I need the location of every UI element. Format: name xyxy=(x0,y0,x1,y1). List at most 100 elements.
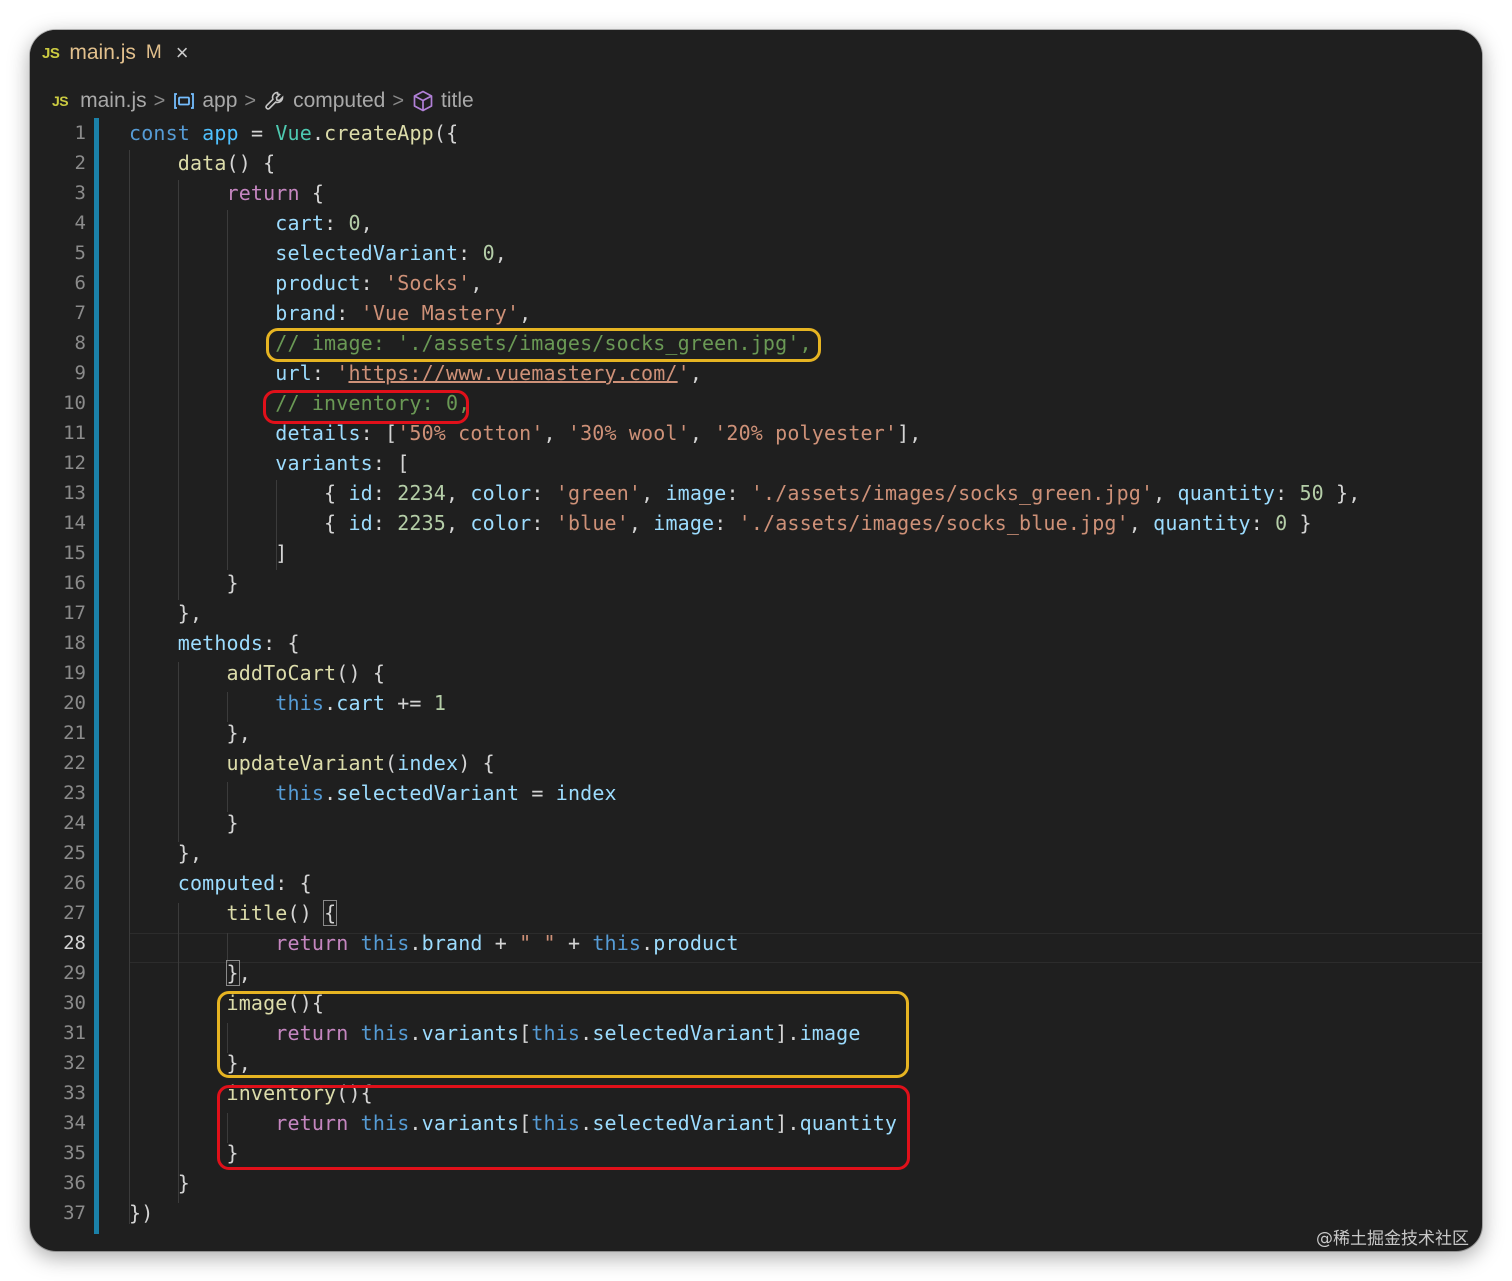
line-number: 12 xyxy=(63,452,86,474)
code-text: } xyxy=(129,811,239,835)
code-line: 18 methods: { xyxy=(30,628,1482,658)
code-line: 2 data() { xyxy=(30,148,1482,178)
code-line: 20 this.cart += 1 xyxy=(30,688,1482,718)
code-line: 17 }, xyxy=(30,598,1482,628)
line-number: 16 xyxy=(63,572,86,594)
code-line: 37 }) xyxy=(30,1198,1482,1228)
code-line: 28 return this.brand + " " + this.produc… xyxy=(30,928,1482,958)
javascript-file-icon: JS xyxy=(52,93,69,109)
code-text: details: ['50% cotton', '30% wool', '20%… xyxy=(275,421,922,445)
code-line: 36 } xyxy=(30,1168,1482,1198)
code-text: updateVariant(index) { xyxy=(226,751,495,775)
line-number: 30 xyxy=(63,992,86,1014)
javascript-file-icon: JS xyxy=(42,44,60,62)
editor-window: JS main.js M × JS main.js > app > comput… xyxy=(30,30,1482,1251)
line-number: 29 xyxy=(63,962,86,984)
wrench-icon xyxy=(265,91,284,110)
code-text: return { xyxy=(226,181,325,205)
url-link[interactable]: https://www.vuemastery.com/ xyxy=(348,361,677,385)
tab-main-js[interactable]: JS main.js M × xyxy=(30,30,218,76)
line-number: 5 xyxy=(74,242,86,264)
line-number: 37 xyxy=(63,1202,86,1224)
line-number: 35 xyxy=(63,1142,86,1164)
code-text: data() { xyxy=(177,151,276,175)
code-text: { id: 2235, color: 'blue', image: './ass… xyxy=(129,511,1312,535)
code-text: title() { xyxy=(226,900,338,926)
code-text: }, xyxy=(129,601,203,625)
highlight-box-inventory-computed xyxy=(217,1085,910,1170)
highlight-box-image-computed xyxy=(217,991,909,1078)
breadcrumb-app[interactable]: app xyxy=(202,89,237,113)
line-number: 23 xyxy=(63,782,86,804)
line-number: 3 xyxy=(74,182,86,204)
code-line: 25 }, xyxy=(30,838,1482,868)
code-line: 22 updateVariant(index) { xyxy=(30,748,1482,778)
code-text: this.cart += 1 xyxy=(275,691,447,715)
code-line: 7 brand: 'Vue Mastery', xyxy=(30,298,1482,328)
code-text: } xyxy=(129,571,239,595)
line-number: 9 xyxy=(74,362,86,384)
method-cube-icon xyxy=(413,90,433,112)
code-text: return this.brand + " " + this.product xyxy=(275,931,739,955)
line-number: 24 xyxy=(63,812,86,834)
code-line: 13 { id: 2234, color: 'green', image: '.… xyxy=(30,478,1482,508)
line-number: 17 xyxy=(63,602,86,624)
line-number: 21 xyxy=(63,722,86,744)
line-number: 10 xyxy=(63,392,86,414)
watermark: @稀土掘金技术社区 xyxy=(1316,1229,1469,1249)
line-number: 11 xyxy=(63,422,86,444)
line-number: 28 xyxy=(63,932,86,954)
breadcrumb-file[interactable]: main.js xyxy=(80,89,147,113)
code-line: 12 variants: [ xyxy=(30,448,1482,478)
close-icon[interactable]: × xyxy=(176,40,189,66)
code-text: }) xyxy=(129,1201,154,1225)
code-line: 3 return { xyxy=(30,178,1482,208)
chevron-right-icon: > xyxy=(392,89,404,112)
code-text: } xyxy=(129,1171,190,1195)
tab-filename: main.js xyxy=(69,41,136,64)
code-line: 11 details: ['50% cotton', '30% wool', '… xyxy=(30,418,1482,448)
line-number: 32 xyxy=(63,1052,86,1074)
code-line: 5 selectedVariant: 0, xyxy=(30,238,1482,268)
line-number: 20 xyxy=(63,692,86,714)
code-line: 23 this.selectedVariant = index xyxy=(30,778,1482,808)
code-text: cart: 0, xyxy=(275,211,373,235)
code-line: 1 const app = Vue.createApp({ xyxy=(30,118,1482,148)
code-line: 4 cart: 0, xyxy=(30,208,1482,238)
line-number: 1 xyxy=(74,122,86,144)
breadcrumb-computed[interactable]: computed xyxy=(293,89,385,113)
code-line: 15 ] xyxy=(30,538,1482,568)
code-line: 29 }, xyxy=(30,958,1482,988)
line-number: 34 xyxy=(63,1112,86,1134)
line-number: 33 xyxy=(63,1082,86,1104)
line-number: 19 xyxy=(63,662,86,684)
code-line: 24 } xyxy=(30,808,1482,838)
code-text: { id: 2234, color: 'green', image: './as… xyxy=(129,481,1361,505)
line-number: 22 xyxy=(63,752,86,774)
code-line: 19 addToCart() { xyxy=(30,658,1482,688)
line-number: 31 xyxy=(63,1022,86,1044)
code-text: this.selectedVariant = index xyxy=(275,781,617,805)
line-number: 25 xyxy=(63,842,86,864)
code-text: product: 'Socks', xyxy=(275,271,483,295)
chevron-right-icon: > xyxy=(153,89,166,112)
line-number: 4 xyxy=(74,212,86,234)
code-text: selectedVariant: 0, xyxy=(275,241,507,265)
line-number: 6 xyxy=(74,272,86,294)
code-text: addToCart() { xyxy=(226,661,386,685)
line-number: 2 xyxy=(74,152,86,174)
code-text: }, xyxy=(225,960,251,986)
breadcrumb: JS main.js > app > computed > title xyxy=(52,86,474,116)
code-text: brand: 'Vue Mastery', xyxy=(275,301,532,325)
code-line: 10 // inventory: 0, xyxy=(30,388,1482,418)
tab-bar: JS main.js M × xyxy=(30,30,1482,76)
line-number: 27 xyxy=(63,902,86,924)
line-number: 13 xyxy=(63,482,86,504)
breadcrumb-title[interactable]: title xyxy=(441,89,474,113)
code-line: 26 computed: { xyxy=(30,868,1482,898)
highlight-box-inventory-comment xyxy=(263,390,469,424)
highlight-box-image-comment xyxy=(266,328,821,362)
chevron-right-icon: > xyxy=(244,89,257,112)
code-text: const app = Vue.createApp({ xyxy=(129,121,459,145)
code-text: }, xyxy=(129,841,203,865)
